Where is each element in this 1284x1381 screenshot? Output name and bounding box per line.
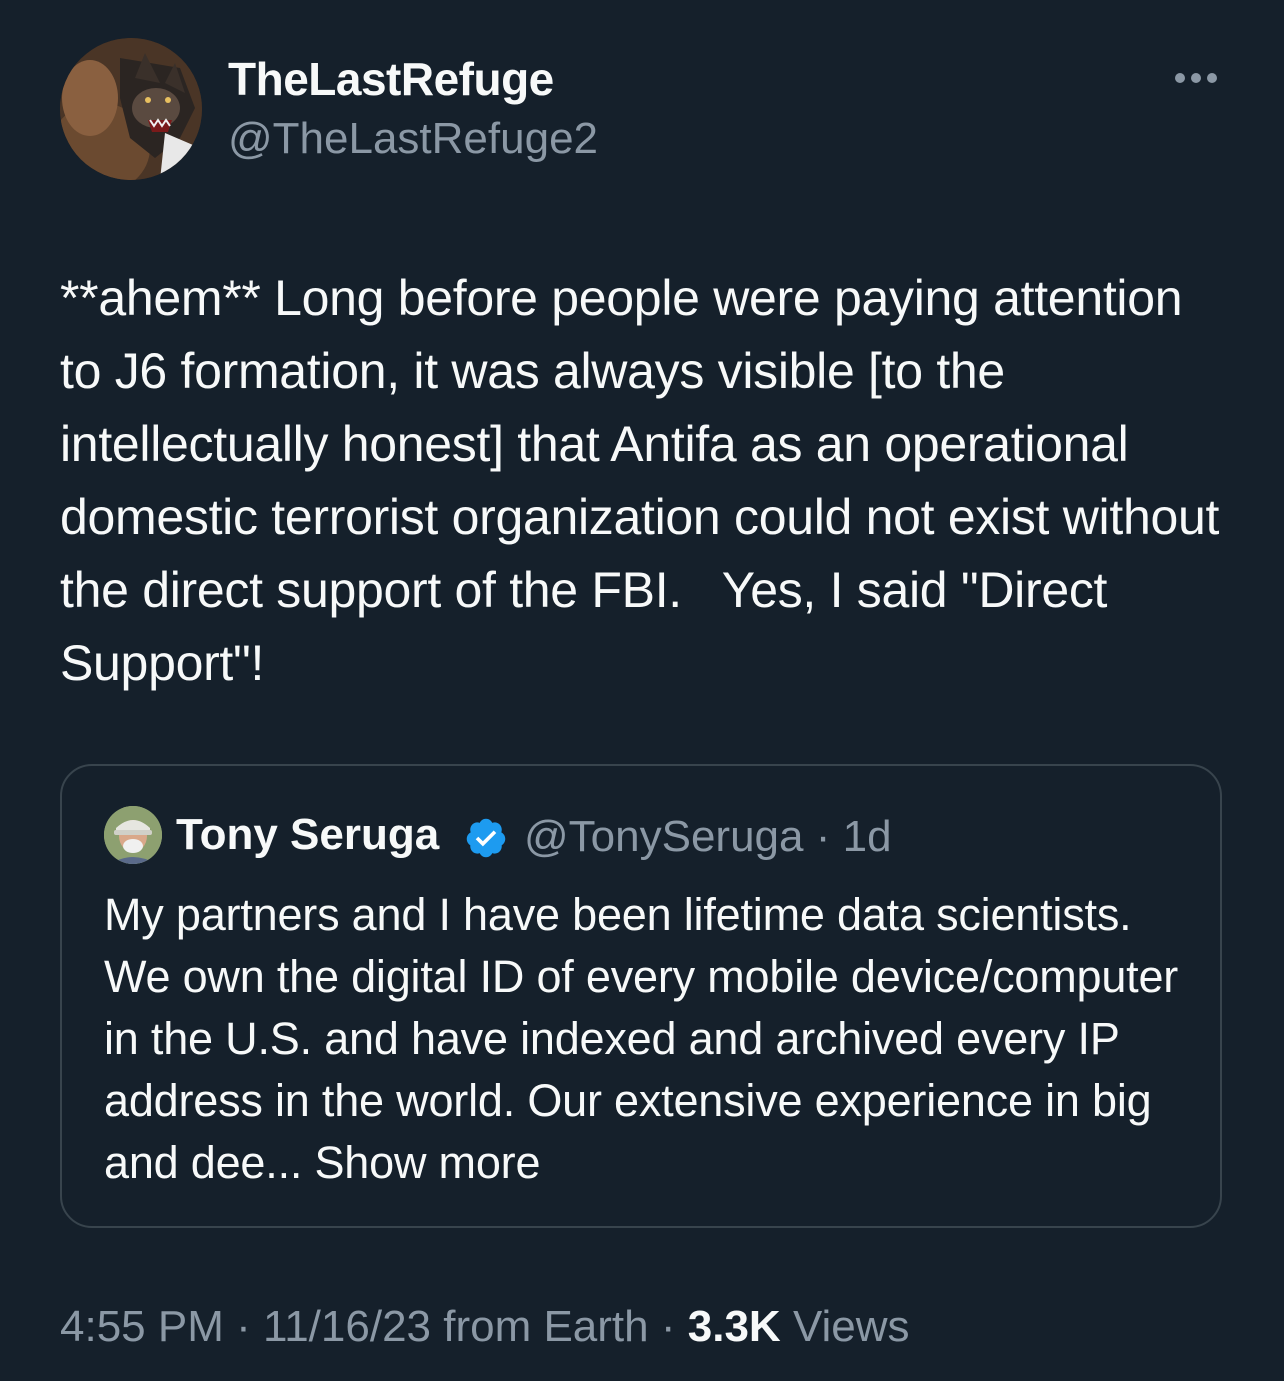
quote-age[interactable]: 1d <box>843 812 892 861</box>
quote-text-container: My partners and I have been lifetime dat… <box>104 884 1194 1194</box>
tweet-time[interactable]: 4:55 PM <box>60 1302 224 1351</box>
person-avatar-icon <box>104 806 162 864</box>
tweet-date[interactable]: 11/16/23 from Earth <box>263 1302 649 1351</box>
quote-handle[interactable]: @TonySeruga <box>524 812 804 861</box>
author-handle[interactable]: @TheLastRefuge2 <box>228 114 598 164</box>
tweet-metadata: 4:55 PM · 11/16/23 from Earth · 3.3K Vie… <box>60 1302 910 1352</box>
quote-separator: · <box>815 812 831 861</box>
wolf-avatar-icon <box>60 38 202 180</box>
views-count[interactable]: 3.3K <box>688 1302 781 1351</box>
author-avatar[interactable] <box>60 38 202 180</box>
quote-avatar[interactable] <box>104 806 162 864</box>
quote-handle-line[interactable]: @TonySeruga · 1d <box>524 812 892 862</box>
quoted-tweet-card[interactable]: Tony Seruga @TonySeruga · 1d My partners… <box>60 764 1222 1228</box>
meta-separator: · <box>236 1302 251 1351</box>
tweet-text: **ahem** Long before people were paying … <box>60 270 1233 691</box>
show-more-link[interactable]: Show more <box>314 1137 540 1188</box>
quote-text: My partners and I have been lifetime dat… <box>104 889 1179 1188</box>
ellipsis-icon <box>1175 73 1217 83</box>
quote-display-name[interactable]: Tony Seruga <box>176 810 439 860</box>
meta-separator-2: · <box>660 1302 676 1351</box>
author-display-name[interactable]: TheLastRefuge <box>228 52 554 106</box>
more-options-button[interactable] <box>1166 58 1226 98</box>
tweet: TheLastRefuge @TheLastRefuge2 **ahem** L… <box>0 0 1284 1381</box>
verified-badge-icon <box>466 818 506 858</box>
views-label[interactable]: Views <box>793 1302 910 1351</box>
